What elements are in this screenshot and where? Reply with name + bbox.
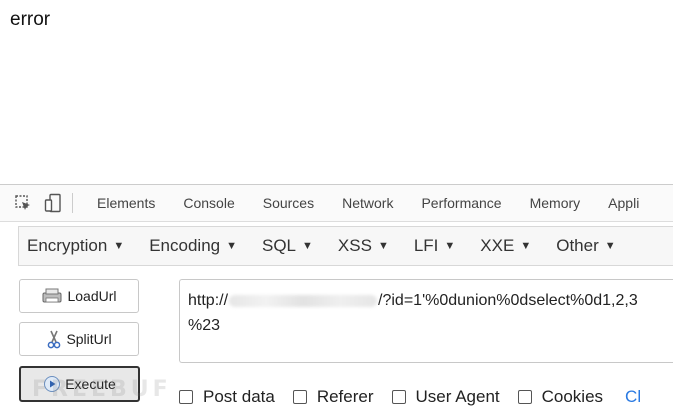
caret-down-icon: ▼ [377, 240, 389, 252]
tab-memory[interactable]: Memory [530, 195, 581, 211]
menu-other[interactable]: Other ▼ [556, 236, 615, 256]
referer-label: Referer [316, 387, 374, 406]
menu-label: XXE [480, 236, 515, 255]
url-query: /?id=1'%0dunion%0dselect%0d1,2,3 [378, 292, 638, 309]
request-options: Post data Referer User Agent Cookies Cl [179, 386, 641, 408]
device-toggle-icon[interactable] [42, 192, 64, 214]
load-url-button[interactable]: LoadUrl [19, 279, 139, 313]
cookies-label: Cookies [541, 387, 604, 406]
caret-down-icon: ▼ [520, 240, 532, 252]
tab-elements[interactable]: Elements [97, 195, 155, 211]
url-textarea[interactable]: http:///?id=1'%0dunion%0dselect%0d1,2,3 … [179, 279, 673, 363]
menu-label: LFI [413, 236, 439, 255]
split-url-button[interactable]: SplitUrl [19, 322, 139, 356]
url-line-2: %23 [188, 317, 221, 334]
menu-label: XSS [337, 236, 372, 255]
redacted-host [229, 294, 378, 307]
user-agent-checkbox[interactable] [391, 390, 406, 404]
menu-label: Other [556, 236, 599, 255]
menu-encoding[interactable]: Encoding ▼ [149, 236, 237, 256]
load-url-label: LoadUrl [67, 288, 117, 304]
user-agent-option[interactable]: User Agent [391, 387, 500, 407]
clear-link[interactable]: Cl [625, 387, 641, 407]
user-agent-label: User Agent [415, 387, 500, 406]
menu-label: SQL [262, 236, 297, 255]
menu-xxe[interactable]: XXE ▼ [480, 236, 531, 256]
url-prefix: http:// [188, 292, 229, 309]
split-url-label: SplitUrl [66, 331, 112, 347]
caret-down-icon: ▼ [226, 240, 237, 252]
caret-down-icon: ▼ [113, 240, 125, 252]
cookies-checkbox[interactable] [517, 390, 532, 404]
menu-encryption[interactable]: Encryption ▼ [27, 236, 124, 256]
post-data-option[interactable]: Post data [179, 387, 275, 407]
watermark: FREEBUF [32, 377, 172, 402]
hackbar-menu: Encryption ▼ Encoding ▼ SQL ▼ XSS ▼ LFI ▼ XXE… [18, 226, 673, 266]
toolbar-divider [72, 193, 73, 213]
menu-lfi[interactable]: LFI ▼ [414, 236, 455, 256]
tab-console[interactable]: Console [183, 195, 234, 211]
caret-down-icon: ▼ [302, 240, 313, 252]
menu-xss[interactable]: XSS ▼ [338, 236, 389, 256]
scissors-icon [46, 329, 62, 349]
post-data-checkbox[interactable] [179, 390, 193, 404]
devtools-toolbar: Elements Console Sources Network Perform… [0, 184, 673, 222]
inspect-element-icon[interactable] [12, 192, 34, 214]
load-url-icon [41, 287, 63, 305]
menu-label: Encryption [27, 236, 108, 255]
caret-down-icon: ▼ [604, 240, 616, 252]
cookies-option[interactable]: Cookies [517, 387, 604, 407]
tab-application[interactable]: Appli [608, 195, 639, 211]
tab-sources[interactable]: Sources [263, 195, 314, 211]
tab-network[interactable]: Network [342, 195, 393, 211]
error-text: error [10, 9, 51, 30]
post-data-label: Post data [203, 387, 275, 406]
menu-sql[interactable]: SQL ▼ [262, 236, 313, 256]
referer-option[interactable]: Referer [292, 387, 374, 407]
caret-down-icon: ▼ [444, 240, 456, 252]
referer-checkbox[interactable] [292, 390, 307, 404]
tab-performance[interactable]: Performance [421, 195, 501, 211]
menu-label: Encoding [149, 236, 221, 255]
